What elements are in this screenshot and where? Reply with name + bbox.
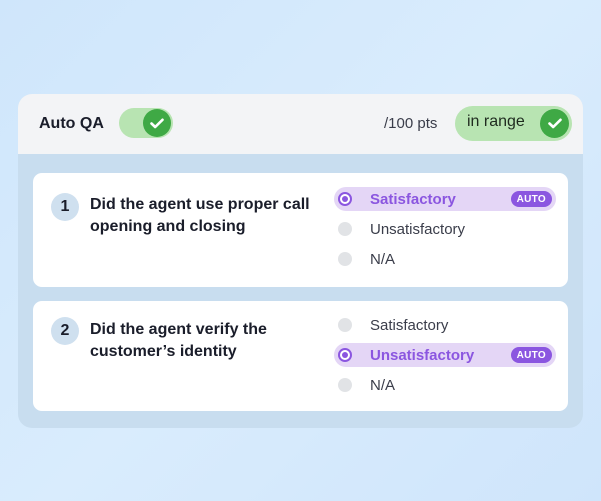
option-satisfactory[interactable]: Satisfactory [334, 313, 556, 337]
radio-unselected[interactable] [338, 252, 352, 266]
range-status-pill: in range [455, 106, 572, 141]
question-text: Did the agent verify the customer’s iden… [90, 321, 267, 360]
radio-selected[interactable] [338, 348, 352, 362]
question-card: 1 Did the agent use proper call opening … [33, 173, 568, 287]
panel-header: Auto QA /100 pts in range [18, 94, 583, 154]
question-number: 1 [51, 193, 79, 221]
question-card: 2 Did the agent verify the customer’s id… [33, 301, 568, 411]
auto-qa-toggle[interactable] [119, 108, 173, 138]
auto-badge: AUTO [510, 347, 552, 363]
score-label: /100 pts [384, 115, 438, 132]
option-na[interactable]: N/A [334, 373, 556, 397]
radio-unselected[interactable] [338, 222, 352, 236]
auto-qa-panel: Auto QA /100 pts in range 1 Did the agen… [18, 94, 583, 428]
radio-unselected[interactable] [338, 318, 352, 332]
check-icon [143, 109, 171, 137]
option-unsatisfactory[interactable]: Unsatisfactory [334, 217, 556, 241]
radio-selected[interactable] [338, 192, 352, 206]
question-text: Did the agent use proper call opening an… [90, 196, 310, 235]
option-na[interactable]: N/A [334, 247, 556, 271]
question-number: 2 [51, 317, 79, 345]
page-title: Auto QA [39, 115, 104, 132]
option-label: Satisfactory [370, 316, 449, 334]
option-satisfactory[interactable]: Satisfactory AUTO [334, 187, 556, 211]
option-label: Unsatisfactory [370, 220, 466, 238]
option-unsatisfactory[interactable]: Unsatisfactory AUTO [334, 343, 556, 367]
check-icon [540, 109, 569, 138]
option-label: N/A [370, 376, 396, 394]
auto-badge: AUTO [510, 191, 552, 207]
range-status-label: in range [467, 113, 525, 130]
option-label: Unsatisfactory [370, 346, 475, 364]
option-label: N/A [370, 250, 396, 268]
option-label: Satisfactory [370, 190, 456, 208]
radio-unselected[interactable] [338, 378, 352, 392]
